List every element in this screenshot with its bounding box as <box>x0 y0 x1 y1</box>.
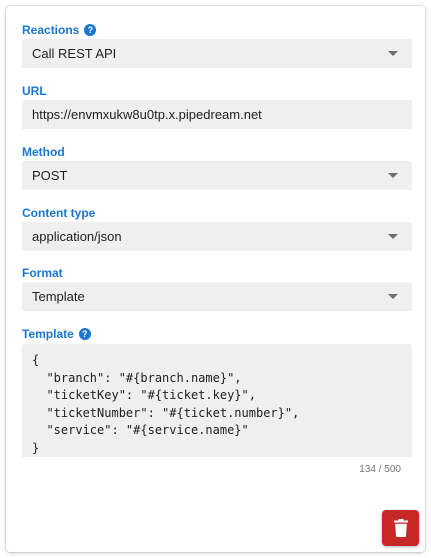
caret-down-icon <box>388 234 398 239</box>
character-counter: 134 / 500 <box>359 464 401 475</box>
reactions-select-value: Call REST API <box>32 46 117 61</box>
caret-down-icon <box>388 294 398 299</box>
format-select-value: Template <box>32 289 85 304</box>
trash-icon <box>393 519 408 537</box>
help-icon[interactable]: ? <box>84 24 97 36</box>
content-type-label: Content type <box>22 206 96 220</box>
url-label: URL <box>22 84 47 98</box>
url-input-value: https://envmxukw8u0tp.x.pipedream.net <box>32 107 262 122</box>
reactions-select[interactable]: Call REST API <box>22 39 412 68</box>
reaction-card: Reactions ? Call REST API URL https://en… <box>6 6 425 552</box>
help-icon[interactable]: ? <box>78 328 91 340</box>
format-label: Format <box>22 266 63 280</box>
method-label: Method <box>22 145 65 159</box>
reactions-label: Reactions ? <box>22 22 97 38</box>
method-select-value: POST <box>32 168 68 183</box>
caret-down-icon <box>388 173 398 178</box>
template-label: Template ? <box>22 326 91 342</box>
method-select[interactable]: POST <box>22 161 412 190</box>
template-textarea[interactable]: { "branch": "#{branch.name}", "ticketKey… <box>22 344 412 457</box>
url-input[interactable]: https://envmxukw8u0tp.x.pipedream.net <box>22 100 412 129</box>
delete-button[interactable] <box>382 510 419 546</box>
content-type-select-value: application/json <box>32 229 122 244</box>
caret-down-icon <box>388 51 398 56</box>
format-select[interactable]: Template <box>22 282 412 311</box>
content-type-select[interactable]: application/json <box>22 222 412 251</box>
